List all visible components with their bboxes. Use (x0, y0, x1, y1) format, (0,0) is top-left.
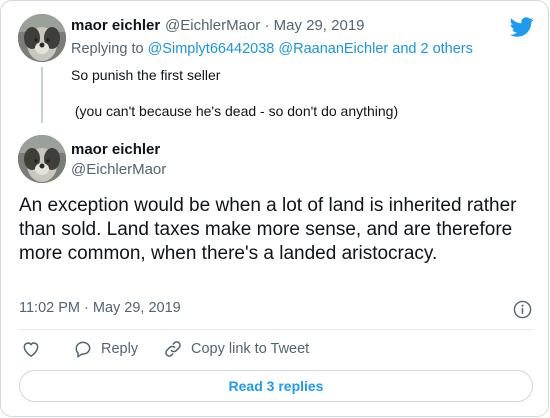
parent-author-avatar[interactable] (18, 14, 66, 62)
parent-tweet-date[interactable]: May 29, 2019 (274, 17, 365, 34)
twitter-bird-icon[interactable] (510, 15, 534, 39)
like-button[interactable] (21, 339, 41, 359)
replying-to-line: Replying to @Simplyt66442038 @RaananEich… (71, 41, 473, 57)
link-icon (165, 341, 181, 357)
read-replies-button[interactable]: Read 3 replies (19, 370, 533, 402)
avatar-image (18, 14, 66, 62)
tweet-timestamp[interactable]: 11:02 PM · May 29, 2019 (19, 300, 181, 316)
replying-to-users[interactable]: @Simplyt66442038 @RaananEichler (148, 41, 389, 57)
main-author-avatar[interactable] (18, 135, 66, 183)
main-author-name[interactable]: maor eichler (71, 141, 160, 158)
parent-tweet-text: So punish the first seller (you can't be… (71, 67, 399, 119)
replying-to-prefix: Replying to (71, 41, 144, 57)
heart-icon (23, 342, 39, 357)
tweet-embed-card: maor eichler @EichlerMaor · May 29, 2019… (0, 0, 549, 417)
main-author-handle[interactable]: @EichlerMaor (71, 161, 166, 178)
copy-link-label: Copy link to Tweet (191, 341, 310, 357)
main-tweet-text: An exception would be when a lot of land… (19, 195, 517, 264)
info-icon[interactable] (513, 300, 532, 319)
avatar-image (18, 135, 66, 183)
copy-link-button[interactable]: Copy link to Tweet (163, 339, 309, 359)
replying-to-others[interactable]: and 2 others (392, 41, 473, 57)
parent-author-name[interactable]: maor eichler (71, 17, 160, 34)
actions-divider (19, 329, 533, 330)
thread-connector-line (41, 67, 43, 123)
meta-separator: · (264, 17, 270, 34)
parent-author-handle[interactable]: @EichlerMaor (165, 17, 260, 34)
reply-label: Reply (101, 341, 139, 357)
reply-button[interactable]: Reply (73, 339, 138, 359)
reply-bubble-icon (75, 341, 91, 358)
parent-author-meta: @EichlerMaor · May 29, 2019 (165, 17, 365, 34)
